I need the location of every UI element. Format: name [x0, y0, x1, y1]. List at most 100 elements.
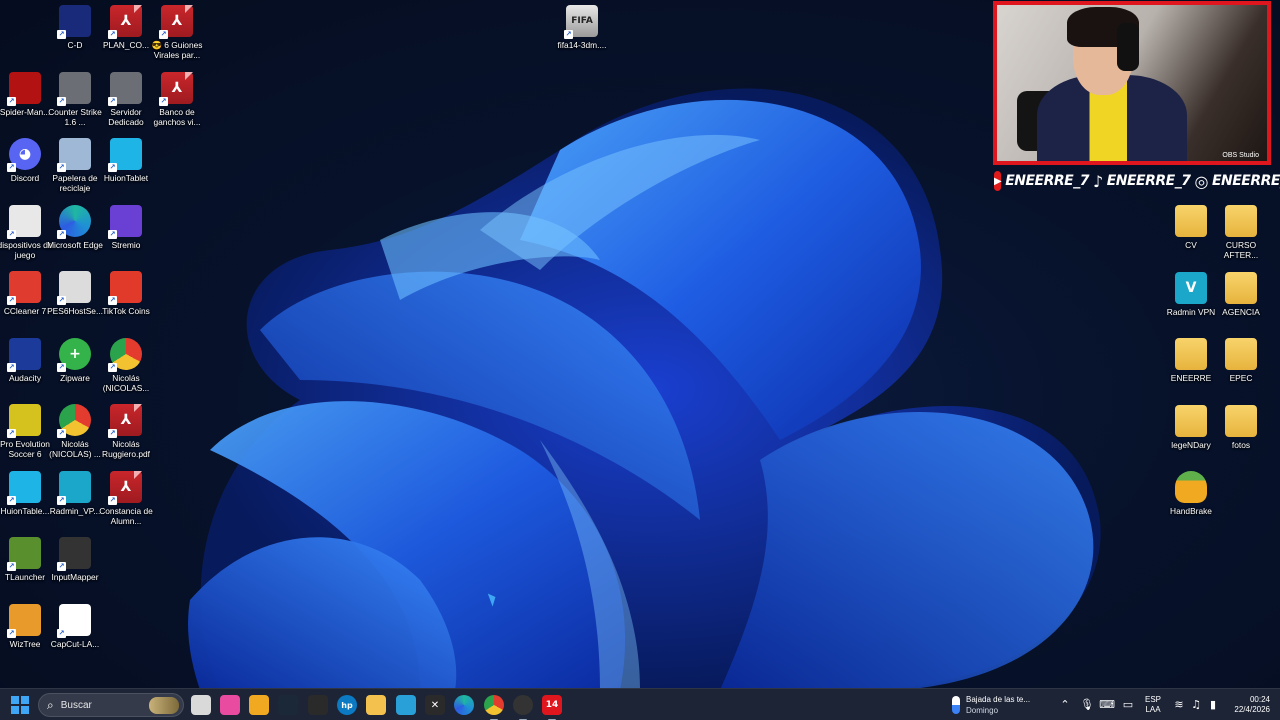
- settings-file-icon: ↗: [7, 204, 41, 239]
- minecraft-icon: ↗: [7, 537, 41, 571]
- desktop-icon-inputmapper[interactable]: ↗ InputMapper: [45, 537, 105, 601]
- desktop-icon-label: EPEC: [1229, 373, 1253, 383]
- thermometer-icon: [952, 696, 960, 714]
- shortcut-arrow-icon: ↗: [108, 163, 117, 172]
- file-explorer-icon[interactable]: [366, 695, 386, 715]
- search-highlight-image: [149, 697, 179, 714]
- desktop-icon-label: Constancia de Alumn...: [99, 505, 153, 526]
- desktop-icon-epec[interactable]: EPEC: [1211, 338, 1271, 402]
- shortcut-arrow-icon: ↗: [108, 96, 117, 106]
- folder-icon: [1225, 205, 1257, 237]
- pdf-icon: ⅄ ↗: [159, 71, 193, 106]
- photos-icon[interactable]: [220, 695, 240, 715]
- desktop-icon-label: Banco de ganchos vi...: [153, 106, 201, 127]
- battery-icon[interactable]: ▮: [1206, 697, 1220, 711]
- shortcut-arrow-icon: ↗: [7, 562, 16, 571]
- shortcut-arrow-icon: ↗: [7, 362, 16, 372]
- epic-games-icon[interactable]: [308, 695, 328, 715]
- shortcut-arrow-icon: ↗: [108, 495, 117, 505]
- keyboard-icon[interactable]: ⌨: [1099, 697, 1115, 711]
- desktop-icon-label: InputMapper: [51, 572, 99, 582]
- pdf-icon: ⅄ ↗: [108, 404, 142, 438]
- desktop-icon-chrome1[interactable]: ↗ Nicolás (NICOLAS...: [96, 337, 156, 402]
- desktop-icon-ruggiero[interactable]: ⅄ ↗ Nicolás Ruggiero.pdf: [96, 404, 156, 468]
- wifi-icon[interactable]: ≋: [1172, 697, 1186, 711]
- desktop-icon-constancia[interactable]: ⅄ ↗ Constancia de Alumn...: [96, 470, 156, 535]
- ea-fc-icon: ↗: [57, 5, 91, 39]
- webcam-overlay: OBS Studio: [993, 1, 1271, 165]
- clock-time: 00:24: [1249, 695, 1270, 704]
- chrome-icon[interactable]: [484, 695, 504, 720]
- folder-icon: [1175, 338, 1207, 370]
- zipware-icon: + ↗: [57, 337, 91, 372]
- desktop-icon-label: HandBrake: [1170, 506, 1212, 516]
- desktop-icon-guiones[interactable]: ⅄ ↗ 😎 6 Guiones Virales par...: [147, 5, 207, 69]
- shortcut-arrow-icon: ↗: [7, 296, 16, 305]
- cam-caption: OBS Studio: [1222, 152, 1259, 159]
- radmin-icon: ↗: [57, 470, 91, 505]
- shortcut-arrow-icon: ↗: [57, 429, 66, 438]
- audacity-icon: ↗: [7, 337, 41, 372]
- microphone-icon[interactable]: 🎙︎: [1080, 697, 1094, 711]
- shortcut-arrow-icon: ↗: [108, 296, 117, 305]
- desktop-icon-label: Stremio: [111, 239, 141, 250]
- chevron-up-icon[interactable]: ⌃: [1058, 697, 1072, 711]
- stremio-icon: ↗: [108, 204, 142, 239]
- youtube-handle: ENEERRE_7: [1005, 173, 1089, 189]
- shortcut-arrow-icon: ↗: [108, 229, 117, 239]
- desktop-icon-label: 😎 6 Guiones Virales par...: [151, 40, 203, 60]
- shortcut-arrow-icon: ↗: [57, 495, 66, 505]
- folder-icon: [1225, 271, 1257, 304]
- calendar-app-icon[interactable]: 14: [542, 695, 562, 720]
- desktop-icon-label: fotos: [1231, 439, 1251, 450]
- desktop-icon-label: TikTok Coins: [102, 306, 150, 316]
- clock[interactable]: 00:24 22/4/2026: [1226, 695, 1270, 715]
- shortcut-arrow-icon: ↗: [159, 96, 168, 106]
- clock-date: 22/4/2026: [1234, 705, 1270, 714]
- keyboard-layout: LAA: [1145, 705, 1161, 714]
- desktop-icon-stremio[interactable]: ↗ Stremio: [96, 204, 156, 269]
- hp-icon[interactable]: hp: [337, 695, 357, 715]
- discord-icon: ◕ ↗: [7, 138, 41, 172]
- ccleaner-icon: ↗: [7, 271, 41, 305]
- language-indicator[interactable]: ESP LAA: [1145, 695, 1161, 715]
- desktop-icon-label: HuionTablet: [103, 173, 149, 183]
- desktop-icon-label: CURSO AFTER...: [1223, 240, 1259, 260]
- store-icon[interactable]: [249, 695, 269, 715]
- wiztree-icon: ↗: [7, 603, 41, 638]
- display-icon[interactable]: ▭: [1121, 697, 1135, 711]
- taskbar-search[interactable]: ⌕ Buscar: [38, 693, 184, 717]
- task-view-icon[interactable]: [191, 695, 211, 715]
- steam-icon[interactable]: [278, 695, 298, 715]
- instagram-handle: ENEERRE_7: [1211, 173, 1280, 189]
- weather-widget[interactable]: Bajada de las te... Domingo: [952, 693, 1052, 717]
- desktop-icon-fotos[interactable]: fotos: [1211, 404, 1271, 469]
- folder-icon: [1175, 404, 1207, 437]
- handbrake-icon: [1175, 471, 1207, 503]
- spiderman-icon: ↗: [7, 71, 41, 106]
- vpn-icon[interactable]: [396, 695, 416, 715]
- volume-icon[interactable]: ♫: [1189, 697, 1203, 711]
- edge-icon[interactable]: [454, 695, 474, 715]
- desktop-icon-curso[interactable]: CURSO AFTER...: [1211, 205, 1271, 269]
- search-placeholder: Buscar: [60, 699, 92, 711]
- chrome-icon: ↗: [57, 404, 91, 438]
- pes6-icon: ↗: [7, 404, 41, 438]
- shortcut-arrow-icon: ↗: [7, 429, 16, 438]
- xbox-icon[interactable]: ✕: [425, 695, 445, 715]
- shortcut-arrow-icon: ↗: [57, 562, 66, 571]
- desktop-icon-capcut[interactable]: ↗ CapCut-LA...: [45, 603, 105, 668]
- pdf-icon: ⅄ ↗: [108, 5, 142, 39]
- desktop-icon-tiktokcoins[interactable]: ↗ TikTok Coins: [96, 271, 156, 335]
- counter-strike-icon: ↗: [57, 71, 91, 106]
- desktop-icon-agencia[interactable]: AGENCIA: [1211, 271, 1271, 336]
- desktop-icon-huion[interactable]: ↗ HuionTablet: [96, 138, 156, 202]
- start-button[interactable]: [11, 696, 29, 714]
- desktop-icon-handbrake[interactable]: HandBrake: [1161, 471, 1221, 535]
- shortcut-arrow-icon: ↗: [57, 628, 66, 638]
- obs-icon[interactable]: [513, 695, 533, 720]
- desktop-icon-banco[interactable]: ⅄ ↗ Banco de ganchos vi...: [147, 71, 207, 136]
- desktop-icon-label: Nicolás Ruggiero.pdf: [102, 439, 150, 459]
- taskbar: ⌕ Buscar hp ✕ 14 Bajada de las te... Domin…: [0, 688, 1280, 720]
- desktop-icon-fifa14[interactable]: FIFA ↗ fifa14-3dm....: [552, 5, 612, 69]
